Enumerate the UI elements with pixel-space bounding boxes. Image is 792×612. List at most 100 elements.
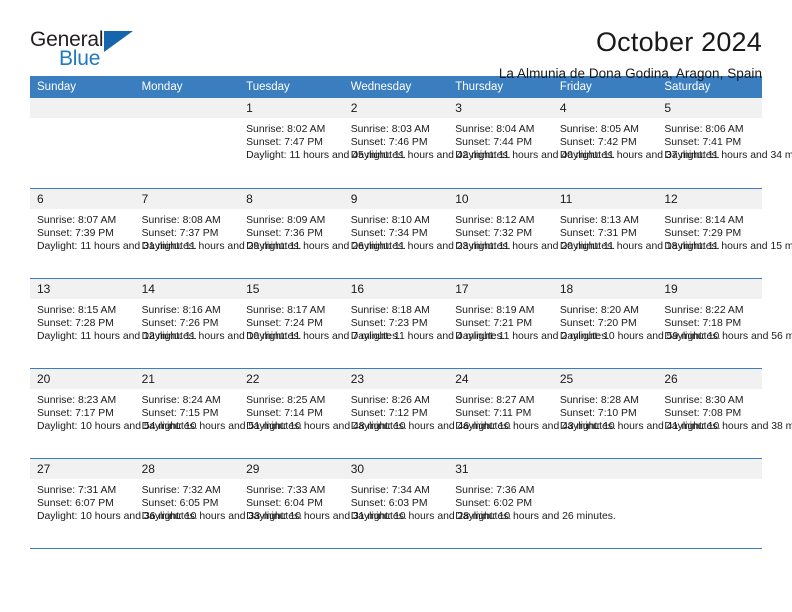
day-sun-info: Sunrise: 8:07 AM Sunset: 7:39 PM Daylight:… [30, 209, 197, 254]
daylight-duration: Daylight: 10 hours and 43 minutes. [455, 420, 616, 432]
sunrise-time: Sunrise: 8:05 AM [559, 124, 639, 135]
day-sun-info: Sunrise: 8:18 AM Sunset: 7:23 PM Daylight:… [344, 299, 505, 344]
calendar-day-cell[interactable]: 8 Sunrise: 8:09 AM Sunset: 7:36 PM Daylight… [239, 188, 406, 279]
daylight-duration: Daylight: 11 hours and 7 minutes. [246, 330, 401, 342]
day-sun-info: Sunrise: 8:28 AM Sunset: 7:10 PM Daylight:… [553, 389, 721, 434]
calendar-day-cell[interactable]: 2 Sunrise: 8:03 AM Sunset: 7:46 PM Daylight… [343, 98, 511, 189]
calendar-week-row: 6 Sunrise: 8:07 AM Sunset: 7:39 PM Daylight… [30, 188, 792, 279]
daylight-duration: Daylight: 11 hours and 10 minutes. [141, 330, 302, 342]
calendar-day-cell[interactable]: 20 Sunrise: 8:23 AM Sunset: 7:17 PM Dayligh… [30, 368, 198, 459]
calendar-day-cell[interactable]: 7 Sunrise: 8:08 AM Sunset: 7:37 PM Daylight… [134, 188, 301, 279]
page-title: October 2024 [595, 27, 762, 57]
day-sun-info: Sunrise: 7:31 AM Sunset: 6:07 PM Daylight:… [30, 479, 198, 524]
calendar-day-cell[interactable]: 27 Sunrise: 7:31 AM Sunset: 6:07 PM Dayligh… [30, 458, 198, 549]
day-sun-info: Sunrise: 8:05 AM Sunset: 7:42 PM Daylight:… [553, 118, 720, 163]
sunset-time: Sunset: 6:05 PM [141, 497, 219, 509]
calendar-day-cell[interactable]: 6 Sunrise: 8:07 AM Sunset: 7:39 PM Daylight… [30, 188, 197, 279]
calendar-day-cell[interactable]: 12 Sunrise: 8:14 AM Sunset: 7:29 PM Dayligh… [657, 188, 792, 279]
sunset-time: Sunset: 7:21 PM [455, 317, 533, 329]
sunset-time: Sunset: 7:15 PM [141, 407, 219, 419]
day-number: 6 [30, 188, 135, 209]
calendar-day-cell[interactable]: 15 Sunrise: 8:17 AM Sunset: 7:24 PM Dayligh… [239, 278, 401, 369]
sunrise-time: Sunrise: 8:14 AM [664, 214, 744, 226]
day-number: 29 [239, 458, 344, 479]
sunset-time: Sunset: 7:36 PM [246, 227, 323, 239]
daylight-duration: Daylight: 10 hours and 26 minutes. [455, 510, 616, 522]
calendar-day-cell[interactable]: 18 Sunrise: 8:20 AM Sunset: 7:20 PM Dayligh… [552, 278, 720, 369]
day-sun-info: Sunrise: 8:04 AM Sunset: 7:44 PM Daylight:… [448, 118, 615, 163]
day-number [657, 458, 762, 479]
day-sun-info: Sunrise: 8:23 AM Sunset: 7:17 PM Daylight:… [30, 389, 198, 434]
calendar-day-cell[interactable]: 4 Sunrise: 8:05 AM Sunset: 7:42 PM Daylight… [552, 98, 720, 189]
sunrise-time: Sunrise: 8:28 AM [559, 394, 639, 406]
sunrise-time: Sunrise: 8:07 AM [37, 214, 117, 226]
day-sun-info: Sunrise: 7:32 AM Sunset: 6:05 PM Daylight:… [135, 479, 303, 524]
sunset-time: Sunset: 7:26 PM [141, 317, 219, 329]
daylight-duration: Daylight: 10 hours and 36 minutes. [37, 510, 198, 522]
calendar-day-cell[interactable]: 9 Sunrise: 8:10 AM Sunset: 7:34 PM Daylight… [343, 188, 511, 279]
calendar-day-cell[interactable]: 31 Sunrise: 7:36 AM Sunset: 6:02 PM Dayligh… [448, 458, 616, 549]
calendar-day-cell[interactable]: 16 Sunrise: 8:18 AM Sunset: 7:23 PM Dayligh… [343, 278, 505, 369]
day-number: 31 [448, 458, 553, 479]
sunrise-time: Sunrise: 8:17 AM [246, 304, 326, 316]
calendar-day-cell[interactable]: 19 Sunrise: 8:22 AM Sunset: 7:18 PM Dayligh… [657, 278, 792, 369]
daylight-duration: Daylight: 11 hours and 23 minutes. [350, 240, 511, 252]
daylight-duration: Daylight: 11 hours and 42 minutes. [350, 150, 511, 162]
day-number: 18 [552, 278, 658, 299]
calendar-day-cell[interactable]: 24 Sunrise: 8:27 AM Sunset: 7:11 PM Dayligh… [448, 368, 616, 459]
calendar-day-cell[interactable]: 25 Sunrise: 8:28 AM Sunset: 7:10 PM Dayligh… [552, 368, 721, 459]
day-number: 2 [343, 98, 449, 118]
calendar-day-cell[interactable]: 1 Sunrise: 8:02 AM Sunset: 7:47 PM Daylight… [239, 98, 406, 189]
sunset-time: Sunset: 7:24 PM [246, 317, 323, 329]
sunset-time: Sunset: 7:11 PM [455, 407, 532, 419]
calendar-day-cell[interactable]: 21 Sunrise: 8:24 AM Sunset: 7:15 PM Dayligh… [134, 368, 303, 459]
day-number: 9 [343, 188, 449, 209]
day-sun-info: Sunrise: 8:12 AM Sunset: 7:32 PM Daylight:… [448, 209, 616, 254]
calendar-day-cell[interactable]: 17 Sunrise: 8:19 AM Sunset: 7:21 PM Dayligh… [448, 278, 609, 369]
day-number: 14 [134, 278, 240, 299]
day-sun-info: Sunrise: 8:03 AM Sunset: 7:46 PM Daylight:… [344, 118, 511, 163]
calendar-day-cell[interactable]: 23 Sunrise: 8:26 AM Sunset: 7:12 PM Dayligh… [343, 368, 511, 459]
calendar-day-cell[interactable]: 14 Sunrise: 8:16 AM Sunset: 7:26 PM Dayligh… [134, 278, 302, 369]
calendar-day-cell[interactable]: 5 Sunrise: 8:06 AM Sunset: 7:41 PM Daylight… [657, 98, 792, 189]
daylight-duration: Daylight: 10 hours and 31 minutes. [246, 510, 407, 522]
day-sun-info: Sunrise: 7:36 AM Sunset: 6:02 PM Daylight:… [448, 479, 616, 524]
sunset-time: Sunset: 7:29 PM [664, 227, 742, 239]
calendar-day-cell[interactable]: 28 Sunrise: 7:32 AM Sunset: 6:05 PM Dayligh… [134, 458, 303, 549]
daylight-duration: Daylight: 10 hours and 51 minutes. [141, 420, 303, 432]
sunset-time: Sunset: 7:08 PM [664, 407, 742, 419]
calendar-week-row: 27 Sunrise: 7:31 AM Sunset: 6:07 PM Dayligh… [30, 458, 762, 549]
calendar-day-cell-empty [30, 98, 135, 189]
day-number: 11 [552, 188, 658, 209]
daylight-duration: Daylight: 11 hours and 45 minutes. [246, 150, 406, 162]
calendar-day-cell[interactable]: 13 Sunrise: 8:15 AM Sunset: 7:28 PM Dayligh… [30, 278, 197, 369]
general-blue-logo[interactable]: General Blue [30, 26, 150, 78]
day-number: 27 [30, 458, 135, 479]
sunset-time: Sunset: 7:47 PM [246, 137, 323, 149]
calendar-day-cell[interactable]: 26 Sunrise: 8:30 AM Sunset: 7:08 PM Dayligh… [657, 368, 792, 459]
day-sun-info: Sunrise: 8:22 AM Sunset: 7:18 PM Daylight:… [657, 299, 792, 344]
calendar-day-cell[interactable]: 11 Sunrise: 8:13 AM Sunset: 7:31 PM Dayligh… [552, 188, 720, 279]
daylight-duration: Daylight: 11 hours and 15 minutes. [664, 240, 792, 252]
calendar-day-cell[interactable]: 10 Sunrise: 8:12 AM Sunset: 7:32 PM Dayligh… [448, 188, 616, 279]
sunrise-time: Sunrise: 8:22 AM [664, 304, 744, 316]
sunset-time: Sunset: 7:20 PM [559, 317, 637, 329]
day-sun-info: Sunrise: 8:06 AM Sunset: 7:41 PM Daylight:… [657, 118, 792, 163]
calendar-day-cell[interactable]: 29 Sunrise: 7:33 AM Sunset: 6:04 PM Dayligh… [239, 458, 407, 549]
sunset-time: Sunset: 7:10 PM [559, 407, 637, 419]
day-number: 15 [239, 278, 344, 299]
calendar-day-cell[interactable]: 22 Sunrise: 8:25 AM Sunset: 7:14 PM Dayligh… [239, 368, 407, 459]
daylight-duration: Daylight: 11 hours and 4 minutes. [350, 330, 505, 342]
sunrise-time: Sunrise: 7:32 AM [141, 484, 221, 496]
day-number: 5 [657, 98, 762, 118]
sunrise-sunset-calendar: Sunday Monday Tuesday Wednesday Thursday… [30, 76, 792, 549]
blue-triangle-logo-icon [104, 31, 133, 52]
calendar-day-cell[interactable]: 30 Sunrise: 7:34 AM Sunset: 6:03 PM Dayligh… [343, 458, 512, 549]
day-sun-info: Sunrise: 7:34 AM Sunset: 6:03 PM Daylight:… [344, 479, 512, 524]
day-number: 3 [448, 98, 553, 118]
sunset-time: Sunset: 7:39 PM [37, 227, 114, 239]
day-sun-info: Sunrise: 8:24 AM Sunset: 7:15 PM Daylight:… [135, 389, 303, 434]
calendar-day-cell[interactable]: 3 Sunrise: 8:04 AM Sunset: 7:44 PM Daylight… [448, 98, 615, 189]
daylight-duration: Daylight: 11 hours and 20 minutes. [455, 240, 616, 252]
daylight-duration: Daylight: 11 hours and 31 minutes. [37, 240, 197, 252]
